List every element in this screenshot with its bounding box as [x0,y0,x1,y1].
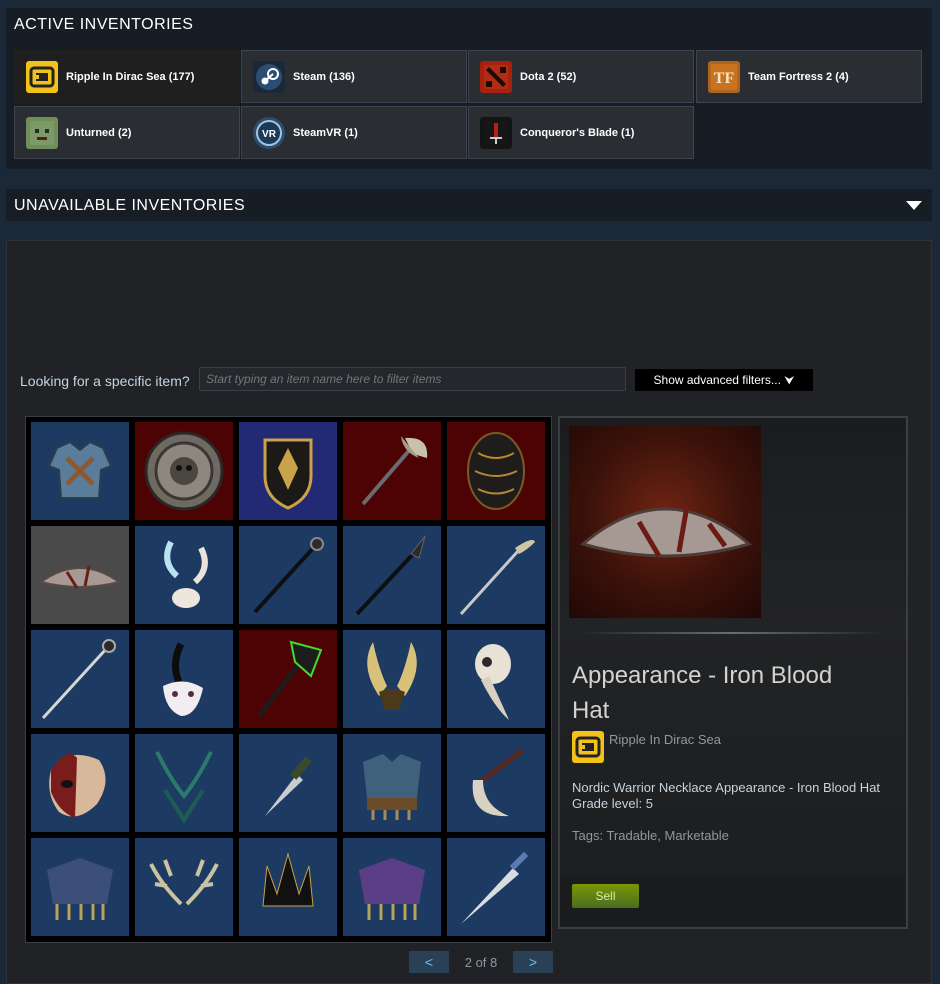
sword-icon [461,851,529,924]
sell-button[interactable]: Sell [572,884,639,908]
dark-shield-icon [467,432,525,510]
item-antler-necklace[interactable] [135,734,233,832]
ripple-dirac-sea-icon [572,731,604,763]
item-horn-ornament[interactable] [135,526,233,624]
divider [576,632,886,634]
antlers-icon [149,859,219,906]
active-inventories-panel: ACTIVE INVENTORIES Ripple In Dirac Sea (… [6,8,932,169]
kite-shield-icon [263,438,313,510]
page-indicator: 2 of 8 [464,955,498,970]
item-tags: Tags: Tradable, Marketable [572,828,729,843]
staff-icon [253,537,324,614]
item-spear[interactable] [343,526,441,624]
item-armor-vest[interactable] [31,422,129,520]
item-sword[interactable] [447,838,545,936]
tf2-icon: TF [708,60,740,93]
item-fur-vest[interactable] [343,734,441,832]
conical-hat-icon [38,565,122,589]
item-plague-mask[interactable] [447,630,545,728]
triangle-down-icon[interactable] [906,201,922,210]
item-round-shield[interactable] [135,422,233,520]
steam-icon [253,60,285,93]
tab-unturned[interactable]: Unturned (2) [14,106,240,159]
item-staff[interactable] [239,526,337,624]
unavailable-inventories-header[interactable]: UNAVAILABLE INVENTORIES [6,189,932,221]
tab-label: Dota 2 (52) [520,70,577,83]
item-antlers[interactable] [135,838,233,936]
steamvr-icon: VR [253,116,285,149]
cape-icon [47,858,113,920]
dota2-icon [480,60,512,93]
armor-vest-icon [47,440,113,499]
wand-icon [41,639,116,720]
item-dark-shield[interactable] [447,422,545,520]
winged-staff-icon [459,540,535,616]
game-name: Ripple In Dirac Sea [609,732,721,747]
conquerors-blade-icon [480,116,512,149]
tab-steam[interactable]: Steam (136) [241,50,467,103]
green-axe-icon [257,640,323,718]
round-shield-icon [144,431,224,511]
pagination: < 2 of 8 > [409,951,553,975]
plague-mask-icon [475,644,511,720]
item-preview-image [569,426,761,618]
item-detail-panel: Appearance - Iron Blood Hat Ripple In Di… [558,416,908,929]
item-conical-hat[interactable] [31,526,129,624]
advanced-filters-button[interactable]: Show advanced filters... ⮟ [635,369,813,391]
svg-text:VR: VR [262,129,277,140]
next-page-button[interactable]: > [513,951,553,973]
spear-icon [355,535,426,616]
item-feather-mask[interactable] [135,630,233,728]
item-green-axe[interactable] [239,630,337,728]
item-dagger[interactable] [239,734,337,832]
fur-vest-icon [363,754,421,820]
item-description: Nordic Warrior Necklace Appearance - Iro… [572,780,881,811]
item-winged-staff[interactable] [447,526,545,624]
unavailable-inventories-title: UNAVAILABLE INVENTORIES [14,197,246,214]
tab-conquerors-blade[interactable]: Conqueror's Blade (1) [468,106,694,159]
purple-cape-icon [359,858,425,920]
filter-label: Looking for a specific item? [20,373,190,389]
horn-ornament-icon [164,540,208,608]
svg-text:TF: TF [714,70,735,87]
item-half-mask[interactable] [31,734,129,832]
item-name: Appearance - Iron Blood Hat [572,662,833,724]
conical-hat-icon [579,505,753,558]
feather-mask-icon [163,642,203,716]
tab-label: Ripple In Dirac Sea (177) [66,70,195,83]
ripple-dirac-sea-icon [26,60,58,93]
item-winged-helm[interactable] [343,630,441,728]
dagger-icon [265,756,312,816]
sickle-icon [472,748,525,817]
battle-axe-icon [361,436,428,506]
filter-input[interactable] [199,367,626,391]
antler-necklace-icon [155,751,213,824]
inventory-area: Looking for a specific item? Show advanc… [6,240,932,984]
spiked-crown-icon [262,852,314,907]
tab-label: Team Fortress 2 (4) [748,70,849,83]
tab-label: Conqueror's Blade (1) [520,126,635,139]
tab-steamvr[interactable]: VR SteamVR (1) [241,106,467,159]
tab-team-fortress-2[interactable]: TF Team Fortress 2 (4) [696,50,922,103]
item-sickle[interactable] [447,734,545,832]
item-cape[interactable] [31,838,129,936]
winged-helm-icon [367,642,417,710]
item-spiked-crown[interactable] [239,838,337,936]
prev-page-button[interactable]: < [409,951,449,973]
tab-label: Steam (136) [293,70,355,83]
tab-dota2[interactable]: Dota 2 (52) [468,50,694,103]
item-wand[interactable] [31,630,129,728]
item-purple-cape[interactable] [343,838,441,936]
unturned-icon [26,116,58,149]
half-mask-icon [49,754,106,818]
item-battle-axe[interactable] [343,422,441,520]
active-inventories-title: ACTIVE INVENTORIES [14,16,194,33]
item-kite-shield[interactable] [239,422,337,520]
item-grid [25,416,552,943]
tab-label: SteamVR (1) [293,126,358,139]
tab-ripple-in-dirac-sea[interactable]: Ripple In Dirac Sea (177) [14,50,240,103]
tab-label: Unturned (2) [66,126,132,139]
